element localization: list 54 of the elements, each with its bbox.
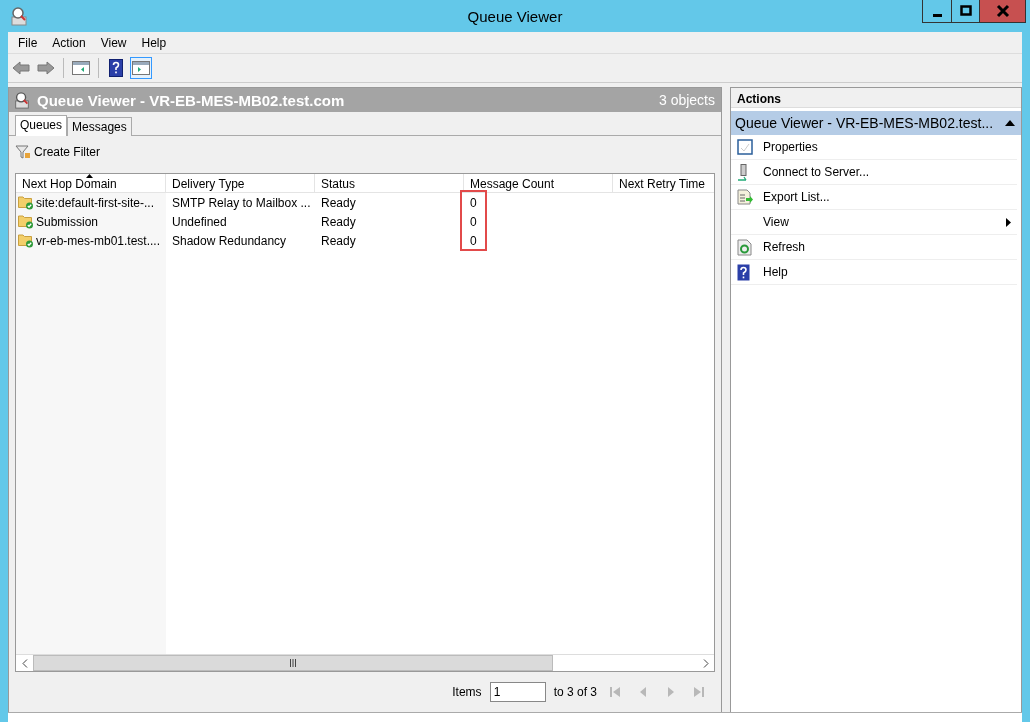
filter-icon (15, 144, 31, 160)
last-page-icon (693, 686, 705, 698)
maximize-icon (958, 4, 973, 18)
first-page-icon (609, 686, 621, 698)
range-label: to 3 of 3 (553, 685, 597, 699)
table-cell-text: Shadow Redundancy (172, 232, 288, 250)
minimize-icon (932, 13, 942, 17)
refresh-icon (737, 238, 752, 256)
menu-item[interactable]: Action (52, 35, 86, 50)
queue-viewer-icon (13, 91, 31, 109)
table-cell-text: 0 (470, 232, 478, 250)
close-icon (995, 4, 1010, 18)
menu-item[interactable]: File (18, 35, 38, 50)
chevron-left-icon (21, 658, 28, 668)
pane-title: Queue Viewer - VR-EB-MES-MB02.test.com (37, 91, 345, 109)
column-header[interactable]: Status (315, 174, 464, 192)
table-cell-text: 0 (470, 194, 478, 212)
items-label: Items (452, 685, 482, 699)
chevron-right-icon (702, 658, 709, 668)
table-cell-text: Ready (321, 213, 357, 231)
properties-icon (737, 139, 753, 155)
table-cell: site:default-first-site-... (18, 193, 166, 212)
column-header[interactable]: Next Retry Time (613, 174, 714, 192)
submenu-arrow-icon (1006, 217, 1011, 227)
scrollbar-thumb[interactable] (33, 655, 553, 671)
export-list-icon (737, 189, 754, 205)
object-count: 3 objects (658, 92, 715, 108)
column-header[interactable]: Delivery Type (166, 174, 315, 192)
tab[interactable]: Queues (15, 115, 68, 136)
actions-section-header[interactable]: Queue Viewer - VR-EB-MES-MB02.test... (731, 111, 1021, 135)
item-input-field[interactable]: 1 (489, 682, 546, 702)
menu-item[interactable]: View (100, 35, 127, 50)
table-cell-text: Ready (321, 232, 357, 250)
table-cell-text: Ready (321, 194, 357, 212)
window-title: Queue Viewer (467, 8, 563, 25)
sort-arrow-icon (86, 174, 93, 178)
grip-icon (289, 659, 297, 667)
menu-item[interactable]: Help (141, 35, 167, 50)
server-icon (737, 163, 749, 181)
create-filter-button[interactable]: Create Filter (15, 142, 101, 162)
pane-toggle-button[interactable] (130, 57, 152, 79)
table-cell-text: SMTP Relay to Mailbox ... (172, 194, 312, 212)
table-cell: Submission (18, 212, 166, 231)
table-cell-text: Undefined (172, 213, 228, 231)
table-cell-text: 0 (470, 213, 478, 231)
app-icon (10, 6, 28, 26)
close-button[interactable] (979, 0, 1025, 22)
column-header[interactable]: Message Count (464, 174, 613, 192)
column-header[interactable]: Next Hop Domain (16, 174, 166, 192)
tab[interactable]: Messages (67, 117, 132, 136)
help-icon (737, 263, 750, 281)
table-cell: vr-eb-mes-mb01.test.... (18, 231, 166, 250)
collapse-arrow-icon (1005, 120, 1015, 126)
actions-header: Actions (731, 88, 1021, 108)
